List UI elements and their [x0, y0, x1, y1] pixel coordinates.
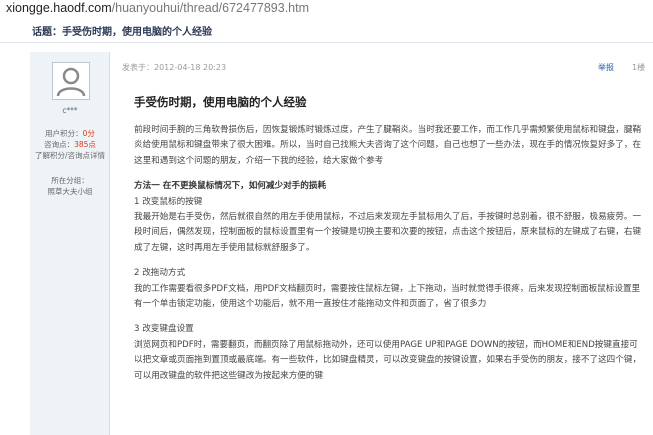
address-bar[interactable]: xiongge.haodf.com/huanyouhui/thread/6724… [0, 0, 653, 17]
user-points-value: 0分 [82, 129, 95, 138]
section-1-title: 1 改变鼠标的按键 [134, 196, 203, 207]
author-sidebar: c*** 用户积分：0分 咨询点：385点 了解积分/咨询点详情 所在分组： 照… [30, 52, 110, 435]
section-2-text: 我的工作需要看很多PDF文档，用PDF文档翻页时，需要按住鼠标左键，上下拖动，当… [134, 283, 641, 310]
group-link[interactable]: 照草大夫小组 [30, 186, 110, 197]
url-text[interactable]: xiongge.haodf.com/huanyouhui/thread/6724… [6, 0, 309, 17]
post-title: 手受伤时期，使用电脑的个人经验 [134, 95, 307, 109]
author-name[interactable]: c*** [30, 105, 110, 116]
group-label: 所在分组： [51, 176, 89, 185]
consult-points-value: 385点 [74, 140, 96, 149]
consult-points: 咨询点：385点 [30, 139, 110, 150]
section-3-title: 3 改变键盘设置 [134, 324, 194, 335]
post-meta: 发表于：2012-04-18 20:23 [122, 63, 227, 72]
avatar[interactable] [52, 62, 90, 100]
report-link[interactable]: 举报 [598, 62, 614, 73]
points-rules-link[interactable]: 了解积分/咨询点详情 [30, 150, 110, 161]
consult-points-label: 咨询点： [44, 140, 75, 149]
user-points-label: 用户积分： [45, 129, 83, 138]
topic-title: 话题：手受伤时期，使用电脑的个人经验 [32, 27, 212, 38]
section-2-title: 2 改拖动方式 [134, 268, 186, 279]
user-points: 用户积分：0分 [30, 128, 110, 139]
post-content: 发表于：2012-04-18 20:23 举报 1楼 手受伤时期，使用电脑的个人… [122, 52, 650, 435]
user-icon [56, 67, 86, 97]
floor-number: 1楼 [632, 63, 646, 72]
section-3-text: 浏览网页和PDF时，需要翻页，而翻页除了用鼠标拖动外，还可以使用PAGE UP和… [134, 339, 642, 381]
url-path: /huanyouhui/thread/672477893.htm [111, 1, 310, 15]
topic-bar: 话题：手受伤时期，使用电脑的个人经验 [0, 17, 653, 43]
method-title: 方法一 在不更换鼠标情况下，如何减少对手的损耗 [134, 181, 327, 192]
post-body: 前段时间手腕的三角软骨损伤后，因恢复锻炼时锻炼过度，产生了腱鞘炎。当时我还要工作… [134, 123, 642, 394]
section-1-text: 我最开始是右手受伤，然后就很自然的用左手使用鼠标，不过后来发现左手鼠标用久了后，… [134, 212, 642, 253]
post-intro: 前段时间手腕的三角软骨损伤后，因恢复锻炼时锻炼过度，产生了腱鞘炎。当时我还要工作… [134, 125, 642, 166]
url-host: xiongge.haodf.com [6, 1, 112, 15]
